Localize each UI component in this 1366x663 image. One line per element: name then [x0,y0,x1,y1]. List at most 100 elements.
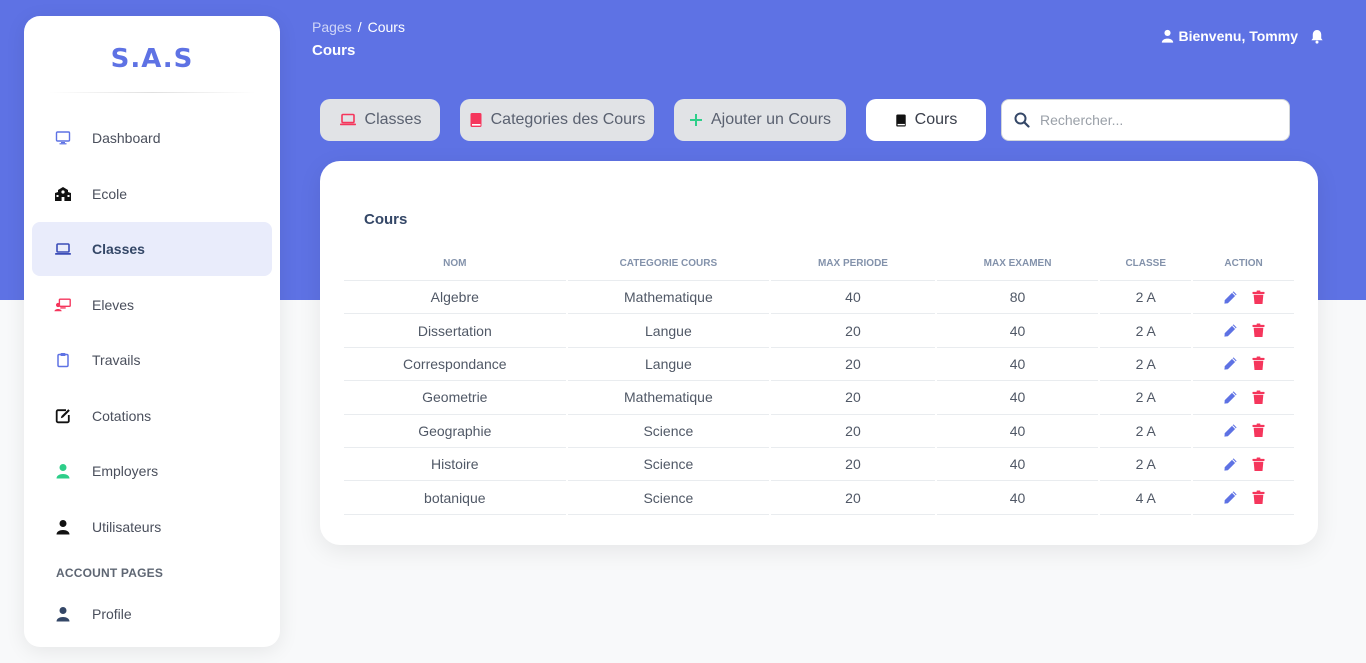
cell-nom: Histoire [344,448,566,482]
row-actions [1193,323,1294,338]
sidebar-item-label: Ecole [92,185,128,202]
edit-pencil-icon[interactable] [1223,323,1238,338]
delete-trash-icon[interactable] [1252,356,1265,371]
sidebar-item-label: Utilisateurs [92,518,162,535]
cell-categorie: Science [567,481,770,515]
sidebar-item-label: Profile [92,605,132,622]
cell-max-periode: 20 [771,415,935,448]
column-header-action: Action [1193,247,1294,281]
delete-trash-icon[interactable] [1252,290,1265,305]
cell-max-periode: 20 [771,481,935,515]
column-header-max-periode: Max periode [771,247,935,281]
cell-max-examen: 80 [936,281,1099,315]
table-row: Algebre Mathematique 40 80 2 A [344,281,1294,315]
laptop-icon [339,113,357,127]
edit-icon [54,407,72,425]
add-course-button[interactable]: Ajouter un Cours [674,99,846,141]
sidebar-item-label: Travails [92,352,141,368]
delete-trash-icon[interactable] [1252,457,1265,472]
cell-max-examen: 40 [936,381,1099,415]
cell-categorie: Science [567,415,770,448]
edit-pencil-icon[interactable] [1223,390,1238,405]
delete-trash-icon[interactable] [1252,490,1265,505]
sidebar-item-label: Dashboard [92,130,161,146]
cell-max-examen: 40 [936,448,1099,482]
cours-button[interactable]: Cours [866,99,986,141]
cell-categorie: Science [567,448,770,482]
cell-max-examen: 40 [936,314,1099,348]
sidebar-item-profile[interactable]: Profile [32,592,272,636]
edit-pencil-icon[interactable] [1223,490,1238,505]
sidebar-item-eleves[interactable]: Eleves [32,278,272,332]
cell-classe: 2 A [1100,348,1192,382]
sidebar-nav: Dashboard Ecole Classes Eleves Travails [24,111,280,554]
cell-max-examen: 40 [936,415,1099,448]
cell-categorie: Mathematique [567,381,770,415]
cell-nom: Algebre [344,281,566,315]
sidebar-item-dashboard[interactable]: Dashboard [32,111,272,165]
school-icon [54,185,72,203]
cell-max-periode: 20 [771,314,935,348]
cell-max-periode: 40 [771,281,935,315]
search-icon [1014,112,1030,128]
table-row: botanique Science 20 40 4 A [344,481,1294,515]
brand-divider [48,92,256,93]
delete-trash-icon[interactable] [1252,390,1265,405]
table-row: Histoire Science 20 40 2 A [344,448,1294,482]
row-actions [1193,423,1294,438]
cell-action [1193,281,1294,315]
edit-pencil-icon[interactable] [1223,423,1238,438]
sidebar-item-label: Classes [92,241,145,257]
cell-classe: 2 A [1100,448,1192,482]
cell-classe: 2 A [1100,314,1192,348]
sidebar-item-utilisateurs[interactable]: Utilisateurs [32,500,272,554]
user-icon [1161,29,1174,43]
bell-icon[interactable] [1310,29,1324,44]
welcome-text[interactable]: Bienvenu, Tommy [1178,28,1298,44]
categories-button[interactable]: Categories des Cours [460,99,654,141]
cell-max-periode: 20 [771,381,935,415]
edit-pencil-icon[interactable] [1223,356,1238,371]
edit-pencil-icon[interactable] [1223,290,1238,305]
column-header-categorie: Categorie cours [567,247,770,281]
monitor-icon [54,129,72,147]
book-icon [469,112,483,128]
classes-button[interactable]: Classes [320,99,440,141]
book-icon [895,113,907,128]
cours-button-label: Cours [914,111,958,128]
plus-icon [689,113,703,127]
breadcrumb-root[interactable]: Pages [312,19,352,35]
cell-categorie: Langue [567,314,770,348]
sidebar-item-travails[interactable]: Travails [32,333,272,387]
user-icon [54,518,72,536]
classes-button-label: Classes [364,111,422,128]
cell-nom: Geometrie [344,381,566,415]
delete-trash-icon[interactable] [1252,323,1265,338]
row-actions [1193,457,1294,472]
brand-logo[interactable]: S.A.S [24,16,280,92]
cell-action [1193,448,1294,482]
edit-pencil-icon[interactable] [1223,457,1238,472]
cell-classe: 2 A [1100,281,1192,315]
cell-nom: Dissertation [344,314,566,348]
cell-classe: 4 A [1100,481,1192,515]
cell-nom: Geographie [344,415,566,448]
sidebar-item-classes[interactable]: Classes [32,222,272,276]
column-header-classe: Classe [1100,247,1192,281]
cell-action [1193,348,1294,382]
cell-nom: Correspondance [344,348,566,382]
cell-action [1193,381,1294,415]
cell-max-periode: 20 [771,448,935,482]
cell-max-examen: 40 [936,348,1099,382]
delete-trash-icon[interactable] [1252,423,1265,438]
search-input[interactable] [1040,112,1270,128]
cell-classe: 2 A [1100,381,1192,415]
sidebar-item-cotations[interactable]: Cotations [32,389,272,443]
sidebar-item-ecole[interactable]: Ecole [32,167,272,221]
table-body: Algebre Mathematique 40 80 2 A Dissertation La… [344,281,1294,515]
row-actions [1193,390,1294,405]
table-row: Geographie Science 20 40 2 A [344,415,1294,448]
sidebar-item-employers[interactable]: Employers [32,444,272,498]
column-header-max-examen: Max examen [936,247,1099,281]
user-icon [54,462,72,480]
